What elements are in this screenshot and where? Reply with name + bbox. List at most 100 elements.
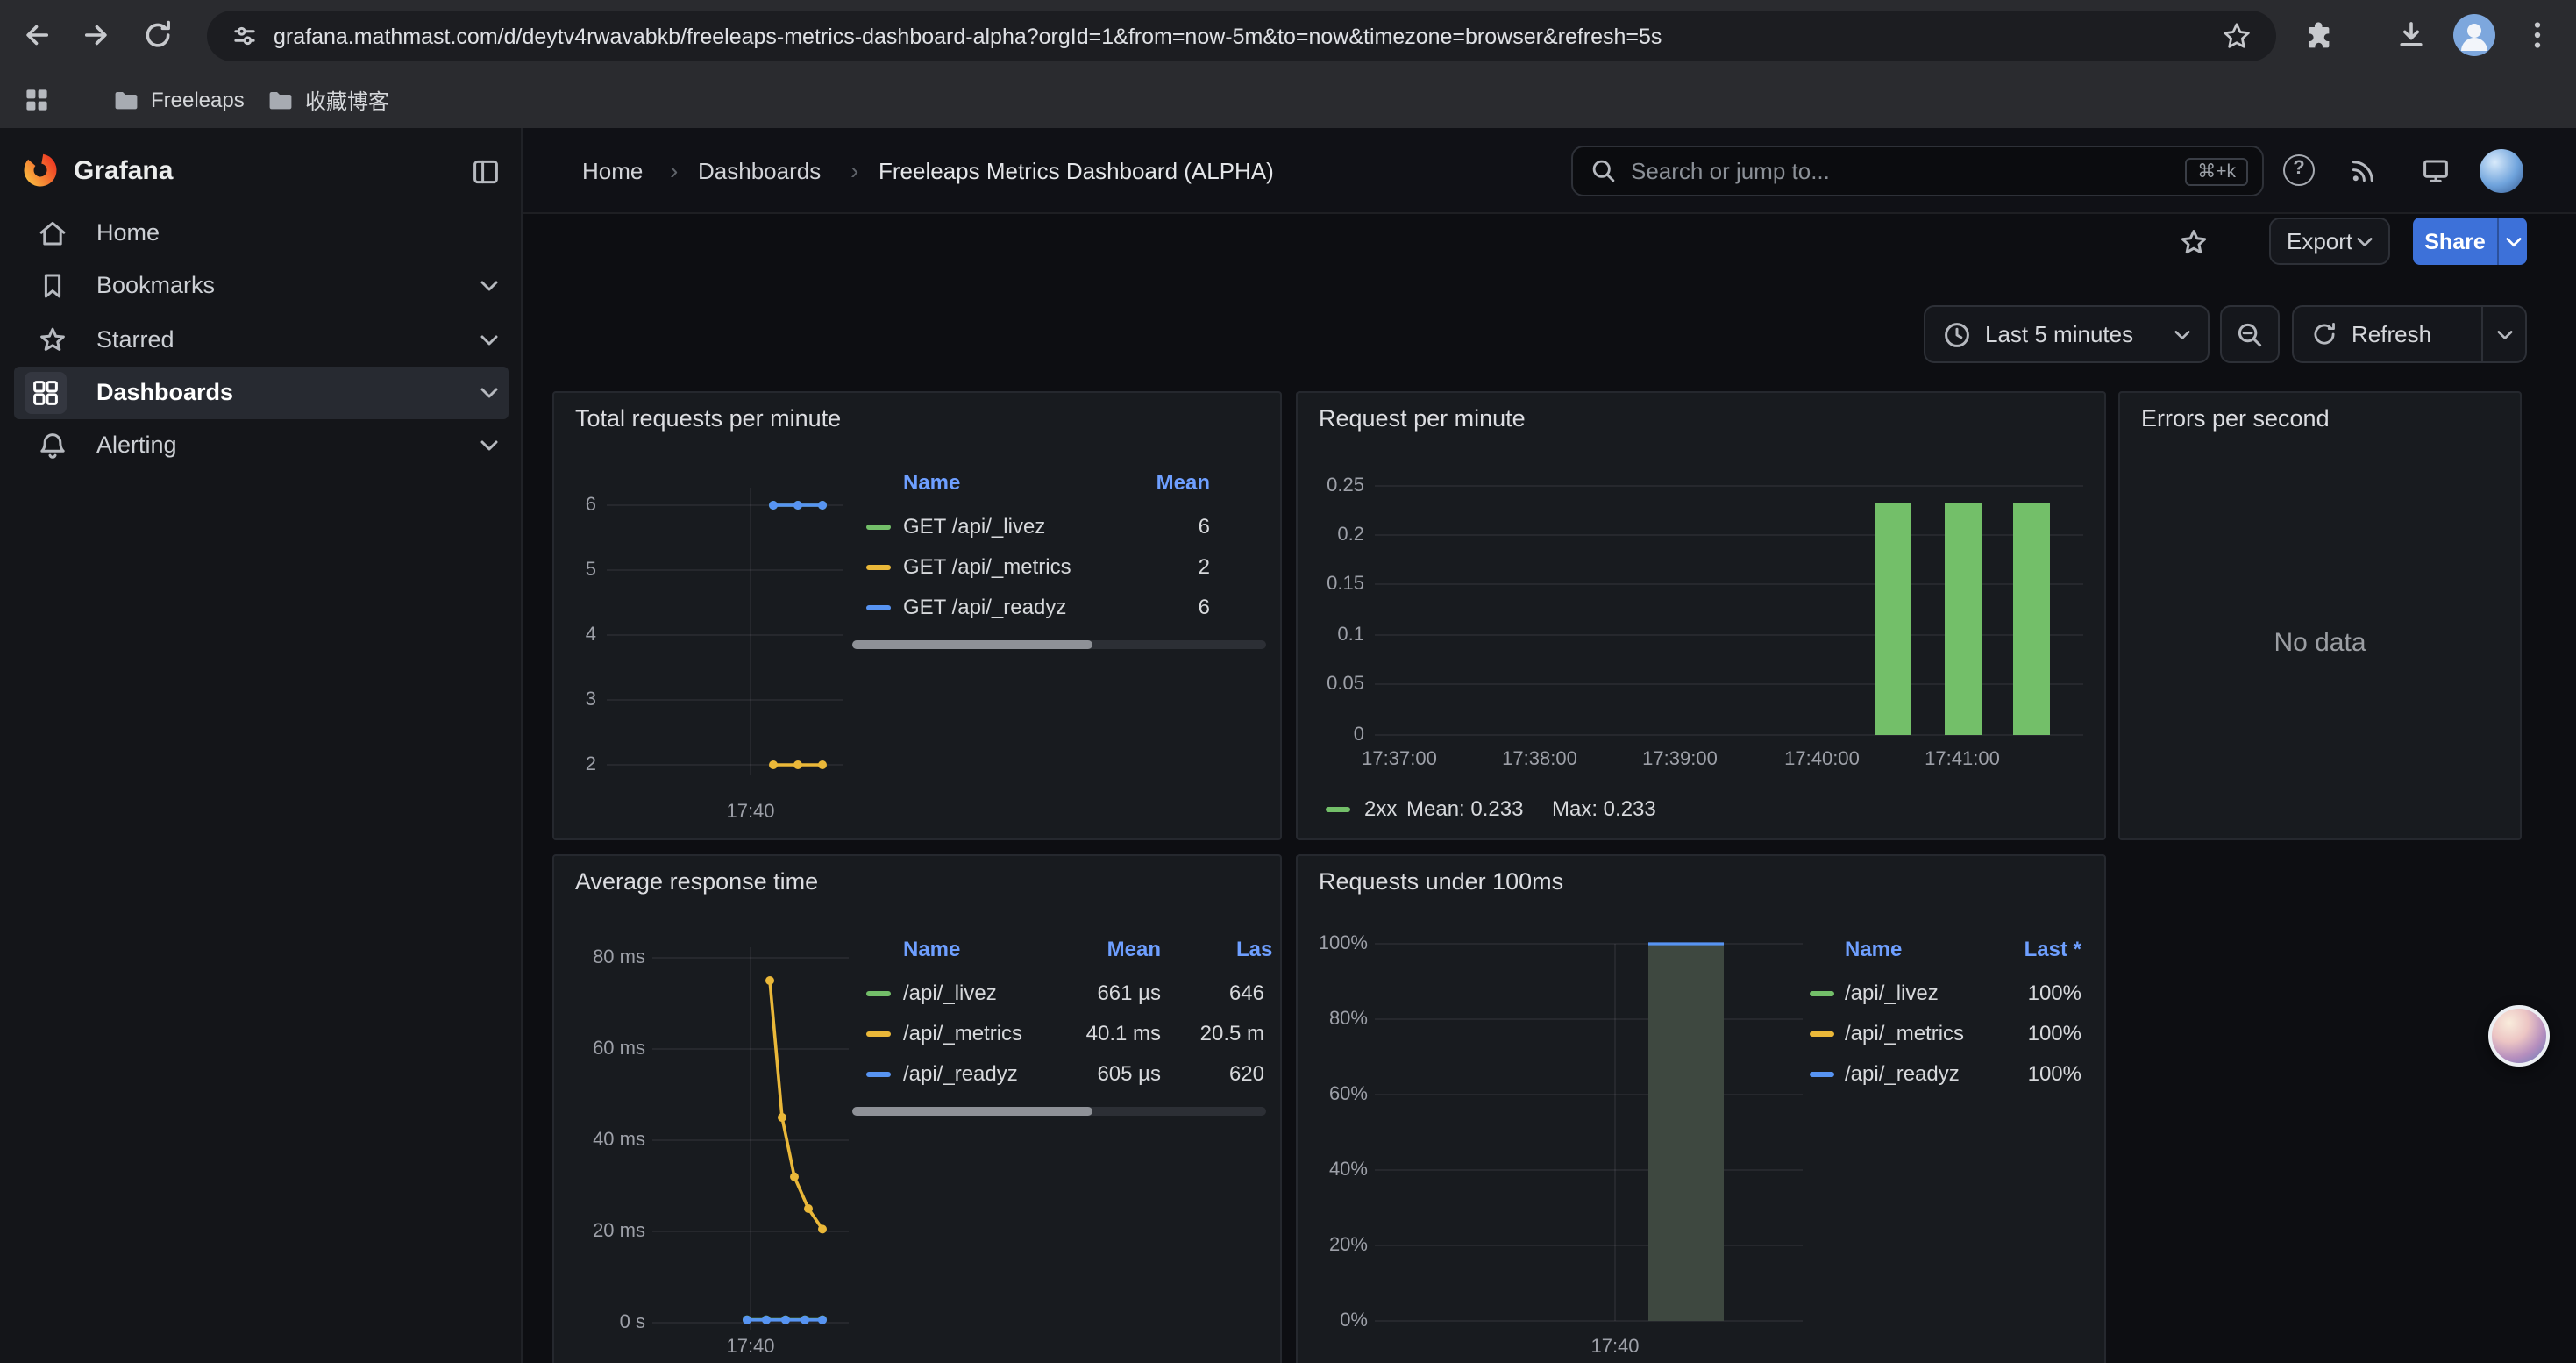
legend-scrollbar-track[interactable] xyxy=(852,640,1266,649)
y-tick: 6 xyxy=(554,495,596,516)
panel-request-per-minute: Request per minute 0.25 0.2 0.15 0.1 0.0… xyxy=(1296,391,2106,840)
legend-row[interactable]: /api/_readyz 605 µs 620 xyxy=(852,1054,1266,1093)
series-color-dash xyxy=(1810,1071,1834,1076)
share-label[interactable]: Share xyxy=(2413,218,2497,265)
sidebar-item-label: Alerting xyxy=(96,419,177,472)
monitor-kiosk-icon[interactable] xyxy=(2422,156,2450,184)
extensions-icon[interactable] xyxy=(2302,19,2334,51)
bookmark-folder-freeleaps[interactable]: Freeleaps xyxy=(112,72,245,128)
breadcrumb-dashboards[interactable]: Dashboards xyxy=(698,128,821,214)
browser-menu-icon[interactable] xyxy=(2522,19,2553,51)
legend-row[interactable]: /api/_metrics 40.1 ms 20.5 m xyxy=(852,1014,1266,1053)
x-tick: 17:41:00 xyxy=(1925,749,2000,770)
y-tick: 0 xyxy=(1301,724,1364,746)
chevron-down-icon[interactable] xyxy=(480,388,498,398)
grafana-app: Grafana Home Bookmarks Starred Dashboard… xyxy=(0,128,2576,1363)
back-icon[interactable] xyxy=(21,19,53,51)
legend-table: Name Mean Las /api/_livez 661 µs 646 /ap… xyxy=(852,930,1266,1126)
series-name[interactable]: GET /api/_readyz xyxy=(903,588,1066,626)
series-name[interactable]: /api/_readyz xyxy=(1845,1054,1960,1093)
person-icon xyxy=(2453,14,2495,56)
sidebar-item-label: Bookmarks xyxy=(96,260,215,312)
reload-icon[interactable] xyxy=(142,19,174,51)
series-name[interactable]: /api/_metrics xyxy=(903,1014,1022,1053)
chevron-down-icon[interactable] xyxy=(480,335,498,346)
site-info-icon[interactable] xyxy=(231,23,258,49)
legend-header-last[interactable]: Last * xyxy=(2025,930,2081,968)
star-icon xyxy=(37,325,68,356)
legend-header-name[interactable]: Name xyxy=(903,930,960,968)
series-name[interactable]: /api/_livez xyxy=(1845,974,1939,1012)
user-avatar[interactable] xyxy=(2480,149,2523,193)
bookmark-star-icon[interactable] xyxy=(2222,21,2252,51)
export-button[interactable]: Export xyxy=(2269,218,2390,265)
clock-icon xyxy=(1943,320,1971,348)
sidebar-item-label: Starred xyxy=(96,314,174,367)
share-menu-toggle[interactable] xyxy=(2497,218,2527,265)
legend-row[interactable]: /api/_livez 661 µs 646 xyxy=(852,974,1266,1012)
legend-header-name[interactable]: Name xyxy=(903,463,960,502)
series-name[interactable]: 2xx xyxy=(1364,791,1397,826)
refresh-label: Refresh xyxy=(2352,321,2481,347)
y-tick: 0.25 xyxy=(1301,475,1364,496)
zoom-out-button[interactable] xyxy=(2220,305,2280,363)
favorite-star-icon[interactable] xyxy=(2180,228,2208,256)
legend-bottom: 2xx Mean: 0.233 Max: 0.233 xyxy=(1298,791,2106,826)
bar-chart xyxy=(1298,393,2106,840)
legend-row[interactable]: GET /api/_metrics 2 xyxy=(852,547,1266,586)
apps-icon[interactable] xyxy=(23,86,51,114)
search-box[interactable]: ⌘+k xyxy=(1571,146,2264,196)
sidebar-item-home[interactable]: Home xyxy=(14,207,509,260)
share-button[interactable]: Share xyxy=(2413,218,2527,265)
series-name[interactable]: /api/_metrics xyxy=(1845,1014,1964,1053)
profile-avatar[interactable] xyxy=(2453,14,2495,56)
refresh-interval-toggle[interactable] xyxy=(2483,329,2525,339)
legend-scrollbar-thumb[interactable] xyxy=(852,640,1092,649)
legend-table: Name Mean GET /api/_livez 6 GET /api/_me… xyxy=(852,463,1266,660)
series-max-stat: Max: 0.233 xyxy=(1552,791,1656,826)
legend-row[interactable]: /api/_metrics 100% xyxy=(1806,1014,2087,1053)
chevron-down-icon[interactable] xyxy=(480,281,498,291)
y-tick: 40% xyxy=(1301,1160,1368,1181)
legend-header-name[interactable]: Name xyxy=(1845,930,1902,968)
legend-scrollbar-track[interactable] xyxy=(852,1107,1266,1116)
series-name[interactable]: /api/_readyz xyxy=(903,1054,1018,1093)
time-range-label: Last 5 minutes xyxy=(1985,321,2160,347)
sidebar-item-dashboards[interactable]: Dashboards xyxy=(14,367,509,419)
downloads-icon[interactable] xyxy=(2395,19,2427,51)
chevron-down-icon[interactable] xyxy=(480,440,498,451)
series-name[interactable]: GET /api/_metrics xyxy=(903,547,1071,586)
legend-scrollbar-thumb[interactable] xyxy=(852,1107,1092,1116)
legend-row[interactable]: /api/_readyz 100% xyxy=(1806,1054,2087,1093)
legend-header-mean[interactable]: Mean xyxy=(1107,930,1161,968)
refresh-button[interactable]: Refresh xyxy=(2292,305,2527,363)
news-rss-icon[interactable] xyxy=(2350,156,2378,184)
floating-assistant-avatar[interactable] xyxy=(2488,1005,2550,1067)
url-text[interactable] xyxy=(274,24,2206,48)
x-tick: 17:40 xyxy=(1590,1337,1639,1358)
y-tick: 20% xyxy=(1301,1235,1368,1256)
series-name[interactable]: GET /api/_livez xyxy=(903,507,1045,546)
brand-title: Grafana xyxy=(74,128,173,214)
time-range-picker[interactable]: Last 5 minutes xyxy=(1924,305,2210,363)
breadcrumb-home[interactable]: Home xyxy=(582,128,643,214)
sidebar-item-alerting[interactable]: Alerting xyxy=(14,419,509,472)
collapse-sidebar-icon[interactable] xyxy=(470,156,502,188)
legend-row[interactable]: GET /api/_readyz 6 xyxy=(852,588,1266,626)
panel-total-requests-per-minute: Total requests per minute 6 5 4 3 2 17:4… xyxy=(552,391,1282,840)
panel-average-response-time: Average response time 80 ms 60 ms 40 ms … xyxy=(552,854,1282,1363)
sidebar-item-starred[interactable]: Starred xyxy=(14,314,509,367)
legend-row[interactable]: /api/_livez 100% xyxy=(1806,974,2087,1012)
bookmark-folder-blogs[interactable]: 收藏博客 xyxy=(267,72,389,128)
legend-row[interactable]: GET /api/_livez 6 xyxy=(852,507,1266,546)
sidebar-item-bookmarks[interactable]: Bookmarks xyxy=(14,260,509,312)
search-input[interactable] xyxy=(1631,158,2171,184)
grafana-logo[interactable] xyxy=(21,151,60,189)
legend-header-mean[interactable]: Mean xyxy=(1156,463,1210,502)
forward-icon[interactable] xyxy=(81,19,112,51)
series-name[interactable]: /api/_livez xyxy=(903,974,997,1012)
panel-title[interactable]: Errors per second xyxy=(2141,405,2330,432)
legend-header-last[interactable]: Las xyxy=(1236,930,1272,968)
address-bar[interactable] xyxy=(207,11,2276,61)
help-icon[interactable]: ? xyxy=(2283,154,2315,186)
